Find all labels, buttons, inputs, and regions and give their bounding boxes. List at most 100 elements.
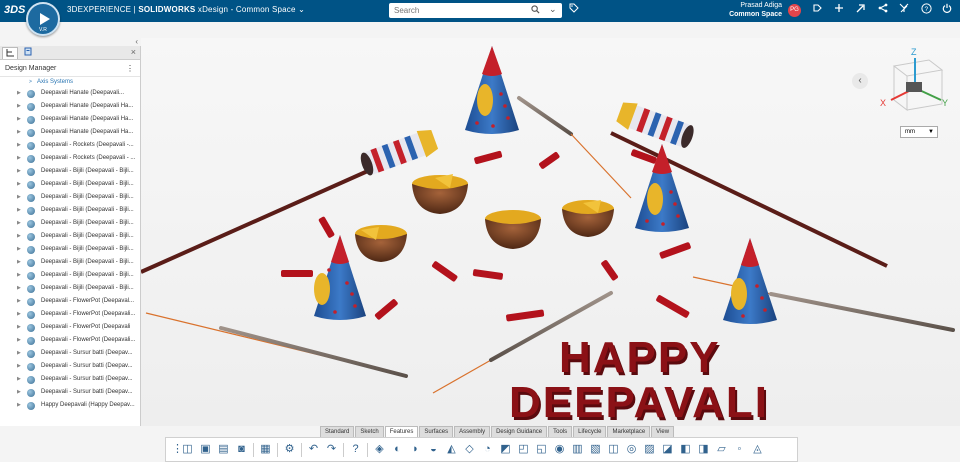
boolean-icon[interactable]: ◎ (624, 442, 639, 457)
expand-arrow-icon[interactable]: ▶ (17, 386, 21, 399)
tab-lifecycle[interactable]: Lifecycle (573, 426, 607, 437)
expand-arrow-icon[interactable]: ▶ (17, 165, 21, 178)
undo-icon[interactable]: ↶ (306, 442, 321, 457)
collapse-right-icon[interactable]: ‹ (852, 73, 868, 89)
expand-arrow-icon[interactable]: ▶ (17, 243, 21, 256)
tab-tools[interactable]: Tools (548, 426, 573, 437)
tree-item-axis-systems[interactable]: > Axis Systems (0, 77, 140, 87)
sweep-icon[interactable]: ◗ (408, 442, 423, 457)
delete-face-icon[interactable]: ◨ (696, 442, 711, 457)
tree-item[interactable]: ▶ Deepavali - FlowerPot (Deepavali (0, 321, 140, 334)
help-circle-icon[interactable]: ? (919, 3, 933, 17)
extrude-icon[interactable]: ◈ (372, 442, 387, 457)
tree-item[interactable]: ▶ Deepavali - FlowerPot (Deepaval... (0, 295, 140, 308)
app-title[interactable]: 3DEXPERIENCE | SOLIDWORKS xDesign - Comm… (67, 5, 305, 14)
pattern-icon[interactable]: ▧ (588, 442, 603, 457)
3d-canvas[interactable]: HAPPY HAPPY DEEPAVALI DEEPAVALI Z X Y ‹ … (141, 38, 960, 426)
settings-icon[interactable]: ⚙ (282, 442, 297, 457)
expand-arrow-icon[interactable]: ▶ (17, 87, 21, 100)
tab-design-guidance[interactable]: Design Guidance (491, 426, 548, 437)
tree-tab-icon[interactable] (2, 47, 18, 59)
unit-select[interactable]: mm ▼ (900, 126, 938, 138)
tab-features[interactable]: Features (384, 426, 419, 437)
avatar[interactable]: PG (788, 4, 801, 17)
bookmark-tag-icon[interactable] (810, 3, 824, 17)
expand-arrow-icon[interactable]: ▶ (17, 295, 21, 308)
tree-item[interactable]: ▶ Deepavali - Rockets (Deepavali -... (0, 139, 140, 152)
plane-icon[interactable]: ▱ (714, 442, 729, 457)
tab-standard[interactable]: Standard (320, 426, 355, 437)
power-icon[interactable] (940, 3, 954, 16)
expand-arrow-icon[interactable]: ▶ (17, 139, 21, 152)
tab-sketch[interactable]: Sketch (355, 426, 384, 437)
expand-arrow-icon[interactable]: ▶ (17, 347, 21, 360)
tree-item[interactable]: ▶ Deepavali Hanate (Deepavali Ha... (0, 100, 140, 113)
expand-arrow-icon[interactable]: ▶ (17, 191, 21, 204)
expand-arrow-icon[interactable]: ▶ (17, 152, 21, 165)
tree-item[interactable]: ▶ Deepavali Hanate (Deepavali... (0, 87, 140, 100)
draft-icon[interactable]: ◱ (534, 442, 549, 457)
more-icon[interactable]: ⋮ (126, 64, 134, 73)
expand-arrow-icon[interactable]: ▶ (17, 321, 21, 334)
tree-item[interactable]: ▶ Deepavali - Bijili (Deepavali - Bijli..… (0, 204, 140, 217)
share-icon[interactable] (876, 3, 890, 16)
chamfer-icon[interactable]: ◩ (498, 442, 513, 457)
tree-item[interactable]: ▶ Deepavali - Bijili (Deepavali - Bijli..… (0, 230, 140, 243)
tree-item[interactable]: ▶ Deepavali - Bijili (Deepavali - Bijli..… (0, 282, 140, 295)
open-icon[interactable]: ▣ (198, 442, 213, 457)
fillet-icon[interactable]: ◔ (480, 442, 495, 457)
close-icon[interactable]: × (131, 47, 136, 57)
chevron-down-icon[interactable]: ⌄ (298, 5, 305, 14)
expand-arrow-icon[interactable]: ▶ (17, 334, 21, 347)
tree-item[interactable]: ▶ Deepavali - Bijili (Deepavali - Bijli..… (0, 217, 140, 230)
expand-arrow-icon[interactable]: ▶ (17, 230, 21, 243)
panel-collapse-icon[interactable]: ‹ (135, 37, 138, 46)
expand-arrow-icon[interactable]: ▶ (17, 126, 21, 139)
scale-icon[interactable]: ▨ (642, 442, 657, 457)
tree-item[interactable]: ▶ Deepavali Hanate (Deepavali Ha... (0, 113, 140, 126)
mirror-icon[interactable]: ◫ (606, 442, 621, 457)
tree-item[interactable]: ▶ Deepavali - Bijili (Deepavali - Bijli..… (0, 269, 140, 282)
display-tab-icon[interactable] (20, 47, 36, 59)
expand-arrow-icon[interactable]: ▶ (17, 269, 21, 282)
save-icon[interactable]: ▤ (216, 442, 231, 457)
tree-item[interactable]: ▶ Happy Deepavali (Happy Deepav... (0, 399, 140, 412)
print-icon[interactable]: ▦ (258, 442, 273, 457)
expand-arrow-icon[interactable]: ▶ (17, 256, 21, 269)
tab-surfaces[interactable]: Surfaces (419, 426, 454, 437)
tree-item[interactable]: ▶ Deepavali - Sursur batti (Deepav... (0, 347, 140, 360)
expand-arrow-icon[interactable]: ▶ (17, 360, 21, 373)
view-triad[interactable]: Z X Y (880, 47, 948, 112)
expand-arrow-icon[interactable]: > (29, 77, 32, 87)
point-icon[interactable]: ◦ (732, 442, 747, 457)
tree-item[interactable]: ▶ Deepavali - Rockets (Deepavali - ... (0, 152, 140, 165)
tab-assembly[interactable]: Assembly (454, 426, 491, 437)
tree-item[interactable]: ▶ Deepavali - Sursur batti (Deepav... (0, 386, 140, 399)
tab-view[interactable]: View (651, 426, 675, 437)
tree-item[interactable]: ▶ Deepavali - Bijili (Deepavali - Bijli..… (0, 165, 140, 178)
apps-icon[interactable] (897, 3, 911, 16)
expand-arrow-icon[interactable]: ▶ (17, 113, 21, 126)
user-info[interactable]: Prasad Adiga Common Space (720, 1, 782, 19)
tree-item[interactable]: ▶ Deepavali - Sursur batti (Deepav... (0, 373, 140, 386)
tree-item[interactable]: ▶ Deepavali - Bijili (Deepavali - Bijli..… (0, 191, 140, 204)
expand-arrow-icon[interactable]: ▶ (17, 204, 21, 217)
save-as-icon[interactable]: ◙ (234, 442, 249, 457)
tree-item[interactable]: ▶ Deepavali - Bijili (Deepavali - Bijli..… (0, 178, 140, 191)
search-icon[interactable] (531, 5, 540, 16)
tab-marketplace[interactable]: Marketplace (607, 426, 651, 437)
tree-item[interactable]: ▶ Deepavali Hanate (Deepavali Ha... (0, 126, 140, 139)
expand-arrow-icon[interactable]: ▶ (17, 308, 21, 321)
hole-icon[interactable]: ◉ (552, 442, 567, 457)
tree-item[interactable]: ▶ Deepavali - Bijili (Deepavali - Bijli..… (0, 243, 140, 256)
expand-arrow-icon[interactable]: ▶ (17, 399, 21, 412)
redo-icon[interactable]: ↷ (324, 442, 339, 457)
thicken-icon[interactable]: ◭ (444, 442, 459, 457)
search-input[interactable] (394, 5, 514, 16)
split-icon[interactable]: ◪ (660, 442, 675, 457)
tree-item[interactable]: ▶ Deepavali - FlowerPot (Deepavali... (0, 308, 140, 321)
expand-arrow-icon[interactable]: ▶ (17, 373, 21, 386)
measure-icon[interactable]: ◬ (750, 442, 765, 457)
search-options-chevron-icon[interactable]: ⌄ (549, 4, 557, 15)
add-icon[interactable] (832, 3, 846, 16)
